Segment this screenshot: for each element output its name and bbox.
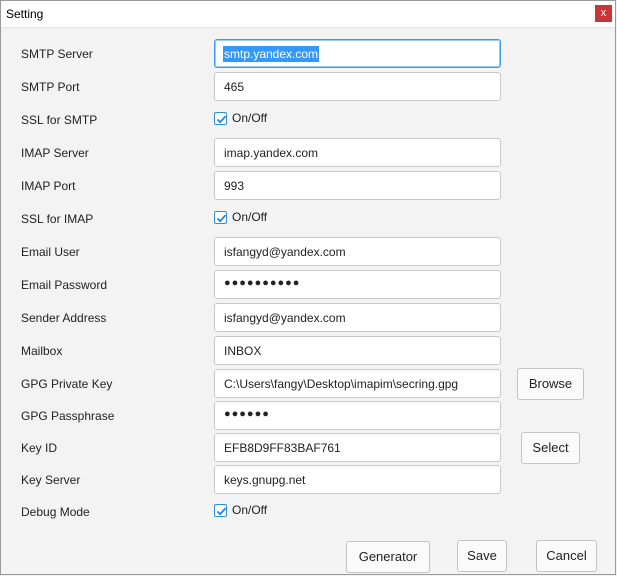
key-id-input[interactable]: EFB8D9FF83BAF761: [214, 433, 501, 462]
smtp-port-label: SMTP Port: [21, 80, 80, 94]
email-user-input[interactable]: isfangyd@yandex.com: [214, 237, 501, 266]
gpg-private-key-label: GPG Private Key: [21, 377, 113, 391]
settings-window: Setting x SMTP Server smtp.yandex.com SM…: [0, 0, 616, 575]
close-button[interactable]: x: [595, 5, 612, 22]
email-user-value: isfangyd@yandex.com: [224, 245, 346, 259]
gpg-private-key-input[interactable]: C:\Users\fangy\Desktop\imapim\secring.gp…: [214, 369, 501, 398]
imap-server-input[interactable]: imap.yandex.com: [214, 138, 501, 167]
debug-mode-label: Debug Mode: [21, 505, 90, 519]
smtp-port-value: 465: [224, 80, 245, 94]
imap-server-value: imap.yandex.com: [224, 146, 319, 160]
checkmark-icon: [216, 214, 227, 223]
select-button[interactable]: Select: [521, 432, 580, 464]
mailbox-label: Mailbox: [21, 344, 63, 358]
email-password-label: Email Password: [21, 278, 108, 292]
smtp-server-input[interactable]: smtp.yandex.com: [214, 39, 501, 68]
email-password-input[interactable]: ●●●●●●●●●●: [214, 270, 501, 299]
sender-address-input[interactable]: isfangyd@yandex.com: [214, 303, 501, 332]
debug-mode-checkbox[interactable]: [214, 504, 227, 517]
imap-port-input[interactable]: 993: [214, 171, 501, 200]
window-title: Setting: [6, 7, 44, 21]
email-password-value: ●●●●●●●●●●: [224, 277, 301, 289]
save-button[interactable]: Save: [457, 540, 507, 572]
mailbox-input[interactable]: INBOX: [214, 336, 501, 365]
imap-port-label: IMAP Port: [21, 179, 76, 193]
ssl-imap-checkbox[interactable]: [214, 211, 227, 224]
smtp-port-input[interactable]: 465: [214, 72, 501, 101]
ssl-smtp-label: SSL for SMTP: [21, 113, 98, 127]
smtp-server-label: SMTP Server: [21, 47, 93, 61]
checkmark-icon: [216, 115, 227, 124]
title-bar: Setting x: [1, 1, 615, 28]
imap-server-label: IMAP Server: [21, 146, 89, 160]
gpg-private-key-value: C:\Users\fangy\Desktop\imapim\secring.gp…: [224, 377, 459, 391]
gpg-passphrase-value: ●●●●●●: [224, 408, 270, 420]
generator-button[interactable]: Generator: [346, 541, 430, 573]
gpg-passphrase-label: GPG Passphrase: [21, 409, 115, 423]
ssl-smtp-checkbox[interactable]: [214, 112, 227, 125]
sender-address-label: Sender Address: [21, 311, 107, 325]
ssl-imap-checkbox-label: On/Off: [232, 210, 268, 224]
cancel-button[interactable]: Cancel: [536, 540, 597, 572]
mailbox-value: INBOX: [224, 344, 262, 358]
key-server-input[interactable]: keys.gnupg.net: [214, 465, 501, 494]
smtp-server-value: smtp.yandex.com: [223, 46, 320, 62]
sender-address-value: isfangyd@yandex.com: [224, 311, 346, 325]
ssl-smtp-checkbox-label: On/Off: [232, 111, 268, 125]
email-user-label: Email User: [21, 245, 80, 259]
imap-port-value: 993: [224, 179, 245, 193]
gpg-passphrase-input[interactable]: ●●●●●●: [214, 401, 501, 430]
key-server-label: Key Server: [21, 473, 81, 487]
debug-mode-checkbox-label: On/Off: [232, 503, 268, 517]
browse-button[interactable]: Browse: [517, 368, 584, 400]
key-id-value: EFB8D9FF83BAF761: [224, 441, 341, 455]
ssl-imap-label: SSL for IMAP: [21, 212, 94, 226]
checkmark-icon: [216, 507, 227, 516]
key-id-label: Key ID: [21, 441, 58, 455]
key-server-value: keys.gnupg.net: [224, 473, 306, 487]
